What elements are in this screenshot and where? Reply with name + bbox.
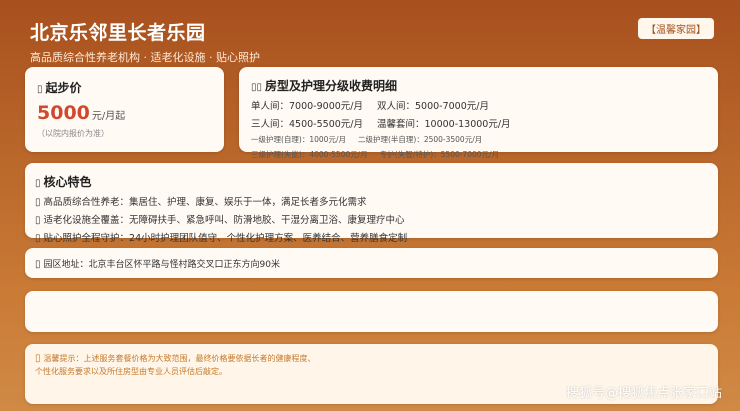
tip-line: 个性化服务要求以及所住房型由专业人员评估后敲定。	[35, 367, 227, 376]
feature-item: ▯ 高品质综合性养老：集居住、护理、康复、娱乐于一体，满足长者多元化需求	[35, 194, 708, 208]
fee-card: ▯▯ 房型及护理分级收费明细 单人间：7000-9000元/月 双人间：5000-7…	[239, 67, 718, 159]
fee-heading: ▯▯ 房型及护理分级收费明细	[251, 77, 706, 94]
care-row: 三级护理(失能)：4000-5500元/月 专护(失智/特护)：5500-7000…	[251, 149, 706, 160]
tip-text-1: 温馨提示：上述服务套餐价格为大致范围，最终价格要依据长者的健康程度、	[43, 354, 316, 363]
room-double: 双人间：5000-7000元/月	[376, 101, 489, 112]
page-title: 北京乐邻里长者乐园	[30, 22, 206, 44]
feature-item: ▯ 贴心照护全程守护：24小时护理团队值守、个性化护理方案、医养结合、营养膳食定制	[35, 230, 708, 244]
feature-value: 无障碍扶手、紧急呼叫、防滑地胶、干湿分离卫浴、康复理疗中心	[129, 215, 405, 226]
room-single: 单人间：7000-9000元/月	[251, 101, 363, 112]
address-card: ▯ 园区地址：北京丰台区怀平路与怪村路交叉口正东方向90米	[25, 248, 718, 278]
feature-key: 贴心照护全程守护：	[43, 233, 130, 244]
price-value: 5000 元/月起	[37, 102, 212, 124]
price-card: ▯ 起步价 5000 元/月起 （以院内报价为准）	[25, 67, 224, 152]
feature-item: ▯ 适老化设施全覆盖：无障碍扶手、紧急呼叫、防滑地胶、干湿分离卫浴、康复理疗中心	[35, 212, 708, 226]
price-note: （以院内报价为准）	[37, 129, 109, 138]
header: 北京乐邻里长者乐园 高品质综合性养老机构 · 适老化设施 · 贴心照护	[30, 18, 260, 65]
price-amount: 5000	[37, 102, 90, 124]
address-value: 北京丰台区怀平路与怪村路交叉口正东方向90米	[88, 260, 280, 270]
fee-heading-label: 房型及护理分级收费明细	[265, 79, 398, 93]
address-label: 园区地址：	[43, 260, 89, 270]
box-icon: ▯	[35, 197, 41, 208]
care-level-1: 一级护理(自理)：1000元/月	[251, 135, 346, 144]
feature-key: 适老化设施全覆盖：	[43, 215, 130, 226]
room-triple: 三人间：4500-5500元/月	[251, 119, 363, 130]
location-icon: ▯	[35, 259, 41, 270]
box-icon: ▯	[35, 233, 41, 244]
tag-badge: 【温馨家园】	[638, 18, 714, 39]
box-icon: ▯	[37, 84, 43, 95]
price-heading: ▯ 起步价	[37, 79, 212, 96]
blank-card	[25, 291, 718, 332]
price-unit: 元/月起	[91, 111, 126, 122]
feature-value: 集居住、护理、康复、娱乐于一体，满足长者多元化需求	[129, 197, 367, 208]
room-suite: 温馨套间：10000-13000元/月	[376, 119, 511, 130]
fee-row: 三人间：4500-5500元/月 温馨套间：10000-13000元/月	[251, 116, 706, 130]
box-icon: ▯	[35, 178, 41, 189]
care-special: 专护(失智/特护)：5500-7000元/月	[379, 150, 500, 159]
page-subtitle: 高品质综合性养老机构 · 适老化设施 · 贴心照护	[30, 51, 260, 64]
care-level-3: 三级护理(失能)：4000-5500元/月	[251, 150, 368, 159]
feature-value: 24小时护理团队值守、个性化护理方案、医养结合、营养膳食定制	[129, 233, 408, 244]
feature-card: ▯ 核心特色 ▯ 高品质综合性养老：集居住、护理、康复、娱乐于一体，满足长者多元化需…	[25, 163, 718, 244]
fee-row: 单人间：7000-9000元/月 双人间：5000-7000元/月	[251, 98, 706, 112]
tip-line: ▯ 温馨提示：上述服务套餐价格为大致范围，最终价格要依据长者的健康程度、	[35, 352, 708, 365]
feature-key: 高品质综合性养老：	[43, 197, 130, 208]
care-level-2: 二级护理(半自理)：2500-3500元/月	[357, 135, 483, 144]
info-icon: ▯	[35, 353, 41, 364]
price-heading-label: 起步价	[45, 81, 82, 95]
feature-heading: ▯ 核心特色	[35, 173, 708, 190]
care-row: 一级护理(自理)：1000元/月 二级护理(半自理)：2500-3500元/月	[251, 134, 706, 145]
feature-heading-label: 核心特色	[43, 175, 92, 189]
watermark: 搜狐号@搜狐焦点张家口站	[565, 386, 722, 401]
box-icon: ▯	[35, 215, 41, 226]
box-icon: ▯▯	[251, 82, 263, 93]
